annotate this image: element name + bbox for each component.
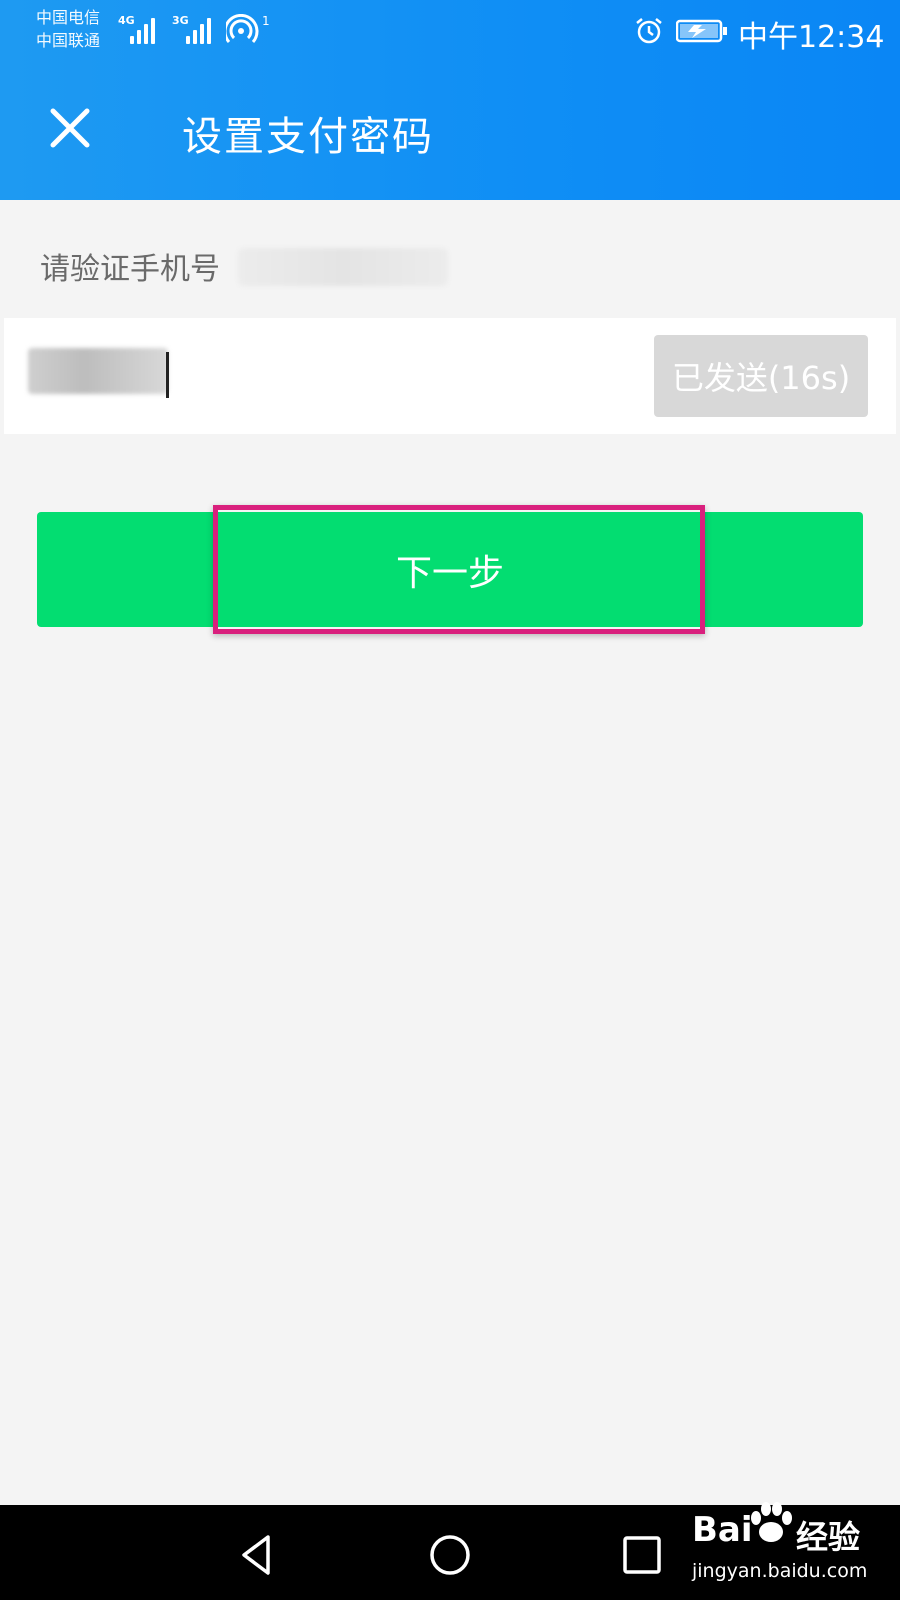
status-bar: 中国电信 中国联通 4G 3G 1 中午12:34 [0,0,900,62]
hotspot-icon [226,14,259,43]
masked-phone-number [238,248,448,286]
watermark-suffix: 经验 [796,1518,861,1556]
close-icon[interactable] [44,102,96,154]
verification-code-input[interactable] [28,346,178,398]
paw-icon [751,1502,792,1542]
text-cursor [166,352,169,398]
carrier-names: 中国电信 中国联通 [36,6,100,52]
battery-charging-icon [676,19,727,43]
back-icon[interactable] [232,1529,284,1581]
app-header: 中国电信 中国联通 4G 3G 1 中午12:34 设置支付密码 [0,0,900,200]
title-bar: 设置支付密码 [0,62,900,200]
signal-icon [130,14,155,44]
page-title: 设置支付密码 [182,114,434,160]
resend-code-button[interactable]: 已发送(16s) [654,335,868,417]
carrier-1: 中国电信 [36,8,101,27]
verification-code-row: 已发送(16s) [4,318,896,434]
screen: 中国电信 中国联通 4G 3G 1 中午12:34 设置支付密码 请验证手机号 … [0,0,900,1600]
home-icon[interactable] [424,1529,476,1581]
watermark-url: jingyan.baidu.com [692,1560,868,1582]
clock: 中午12:34 [738,20,885,55]
verify-phone-label: 请验证手机号 [40,252,220,287]
alarm-icon [636,18,662,44]
watermark-brand: Bai [692,1510,753,1550]
carrier-2: 中国联通 [36,31,101,50]
signal-icon [186,14,211,44]
baidu-jingyan-watermark: Bai 经验 jingyan.baidu.com [688,1490,888,1598]
recent-apps-icon[interactable] [616,1529,668,1581]
next-step-button[interactable]: 下一步 [37,512,863,627]
hotspot-count: 1 [262,14,270,28]
